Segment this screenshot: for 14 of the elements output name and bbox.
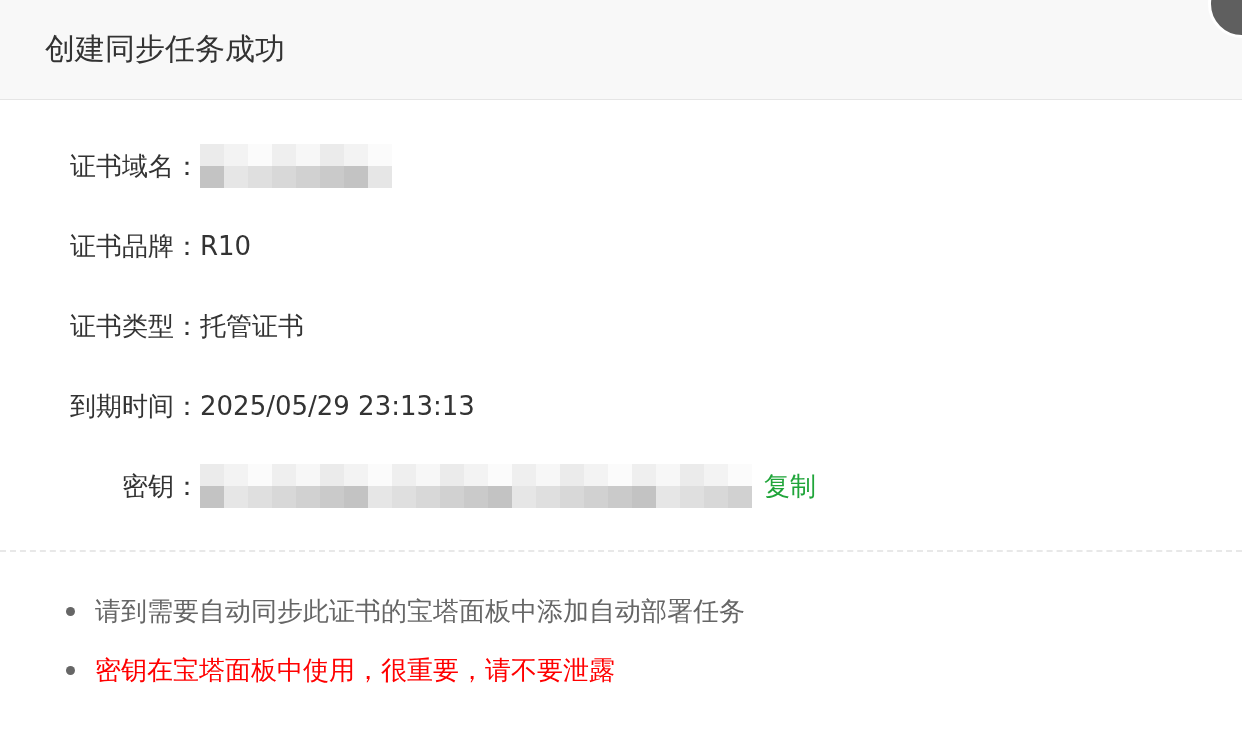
field-label: 证书域名： <box>69 149 200 183</box>
field-value: R10 <box>200 231 252 261</box>
bullet-icon <box>66 607 75 616</box>
field-label: 到期时间： <box>69 389 200 423</box>
field-label: 密钥： <box>121 469 200 503</box>
bullet-icon <box>66 666 75 675</box>
note-text: 请到需要自动同步此证书的宝塔面板中添加自动部署任务 <box>95 595 745 628</box>
field-value: 2025/05/29 23:13:13 <box>200 391 475 421</box>
field-value: 托管证书 <box>200 309 304 343</box>
field-label: 证书品牌： <box>69 229 200 263</box>
copy-link[interactable]: 复制 <box>764 468 816 504</box>
note-text: 密钥在宝塔面板中使用，很重要，请不要泄露 <box>95 654 615 687</box>
field-label: 证书类型： <box>69 309 200 343</box>
dialog-title: 创建同步任务成功 <box>45 30 285 68</box>
